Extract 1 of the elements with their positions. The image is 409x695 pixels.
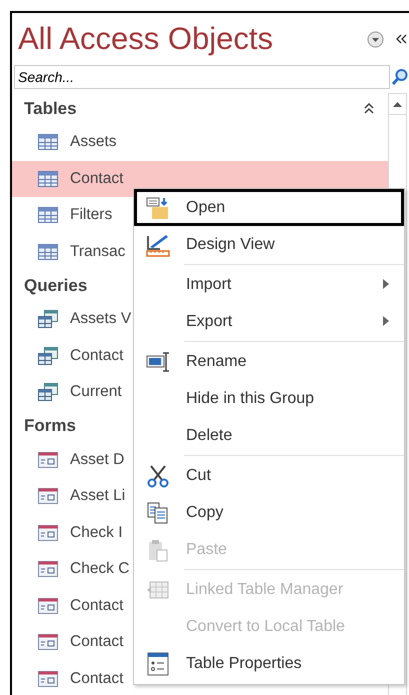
pane-title: All Access Objects	[18, 21, 274, 57]
